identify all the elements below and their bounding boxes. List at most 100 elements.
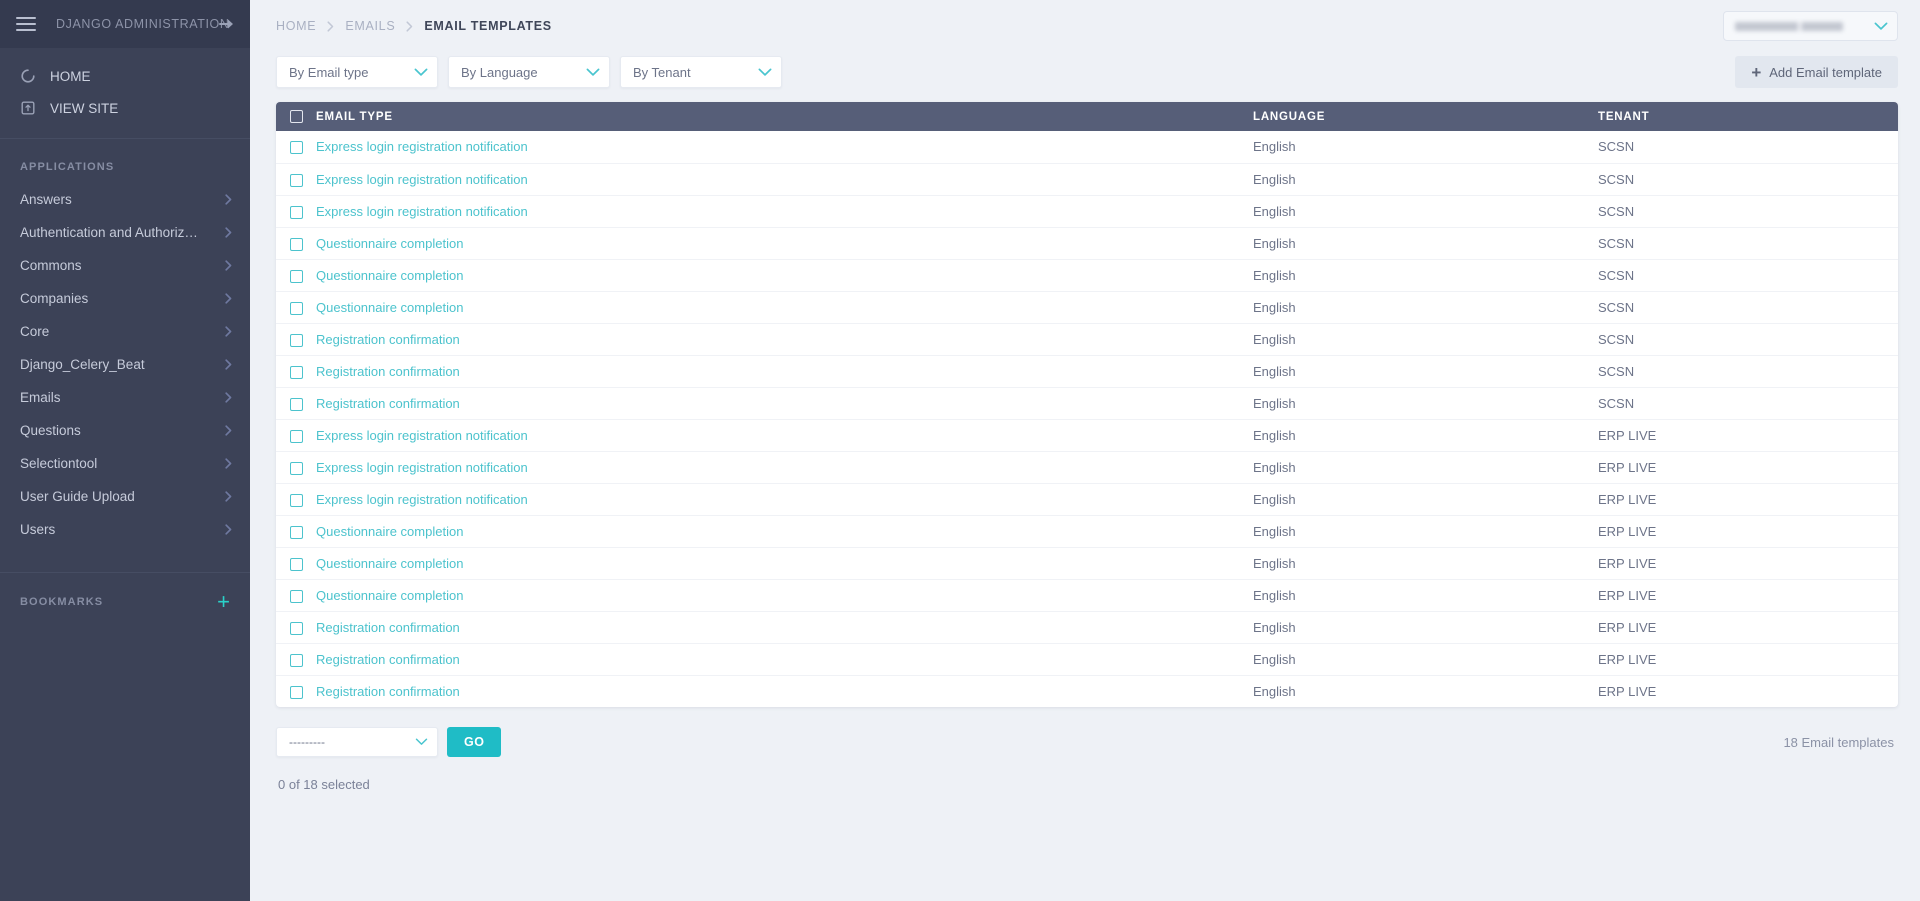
checkbox-unchecked-icon[interactable] [290,365,303,379]
email-template-link[interactable]: Questionnaire completion [316,524,463,539]
filter-tenant[interactable]: By Tenant [620,56,782,88]
sidebar-item-home[interactable]: HOME [0,60,250,92]
sidebar-app-item[interactable]: Django_Celery_Beat [0,348,250,381]
user-name-redacted [1735,21,1843,31]
pin-sidebar-icon[interactable] [219,17,236,31]
cell-language: English [1253,163,1598,196]
sidebar-app-label: Authentication and Authoriz… [20,225,198,240]
sidebar-app-item[interactable]: Questions [0,414,250,447]
sidebar-app-item[interactable]: Companies [0,282,250,315]
email-template-link[interactable]: Questionnaire completion [316,268,463,283]
checkbox-unchecked-icon[interactable] [290,237,303,251]
email-template-link[interactable]: Express login registration notification [316,428,528,443]
breadcrumb-home[interactable]: HOME [276,19,316,33]
row-select-cell [276,451,316,484]
checkbox-unchecked-icon[interactable] [290,621,303,635]
content-area: EMAIL TYPE LANGUAGE TENANT Express login… [250,88,1920,901]
hamburger-menu-icon[interactable] [16,17,36,31]
sidebar-header: DJANGO ADMINISTRATION [0,0,250,48]
email-template-link[interactable]: Registration confirmation [316,620,460,635]
add-bookmark-plus-icon[interactable]: + [217,591,230,613]
table-row: Express login registration notification E… [276,163,1898,196]
filter-label: By Tenant [633,64,691,80]
cell-tenant: SCSN [1598,163,1898,196]
go-button[interactable]: GO [447,727,502,757]
sidebar-app-item[interactable]: Core [0,315,250,348]
chevron-right-icon [225,326,232,337]
checkbox-unchecked-icon[interactable] [290,557,303,571]
cell-email-type: Registration confirmation [316,323,1253,356]
email-template-link[interactable]: Registration confirmation [316,652,460,667]
email-template-link[interactable]: Registration confirmation [316,332,460,347]
table-row: Questionnaire completion English SCSN [276,291,1898,324]
sidebar-app-item[interactable]: Users [0,513,250,546]
table-row: Questionnaire completion English ERP LIVE [276,547,1898,580]
selected-count-label: 0 of 18 selected [278,777,370,792]
add-email-template-button[interactable]: + Add Email template [1735,56,1898,88]
email-template-link[interactable]: Registration confirmation [316,684,460,699]
checkbox-unchecked-icon[interactable] [290,461,303,475]
table-row: Registration confirmation English SCSN [276,323,1898,356]
breadcrumb-emails[interactable]: EMAILS [345,19,395,33]
email-template-link[interactable]: Questionnaire completion [316,556,463,571]
checkbox-unchecked-icon[interactable] [290,589,303,603]
checkbox-unchecked-icon[interactable] [290,653,303,667]
sidebar-app-item[interactable]: Selectiontool [0,447,250,480]
checkbox-unchecked-icon[interactable] [290,269,303,283]
email-template-link[interactable]: Questionnaire completion [316,236,463,251]
checkbox-unchecked-icon[interactable] [290,333,303,347]
email-template-link[interactable]: Registration confirmation [316,396,460,411]
filter-email-type[interactable]: By Email type [276,56,438,88]
sidebar-item-label: HOME [50,68,91,84]
sidebar-app-item[interactable]: Answers [0,183,250,216]
action-select[interactable]: --------- [276,727,438,757]
checkbox-unchecked-icon[interactable] [290,141,303,155]
sidebar-app-item[interactable]: Emails [0,381,250,414]
checkbox-unchecked-icon[interactable] [290,173,303,187]
chevron-right-icon [225,524,232,535]
checkbox-unchecked-icon[interactable] [290,301,303,315]
sidebar-app-item[interactable]: User Guide Upload [0,480,250,513]
checkbox-unchecked-icon[interactable] [290,429,303,443]
cell-tenant: ERP LIVE [1598,419,1898,452]
checkbox-unchecked-icon[interactable] [290,493,303,507]
chevron-right-icon [225,359,232,370]
sidebar-item-view-site[interactable]: VIEW SITE [0,92,250,124]
column-header-language[interactable]: LANGUAGE [1253,102,1598,131]
sidebar-app-item[interactable]: Authentication and Authoriz… [0,216,250,249]
cell-language: English [1253,227,1598,260]
table-body: Express login registration notification E… [276,131,1898,707]
table-row: Express login registration notification E… [276,195,1898,228]
email-template-link[interactable]: Questionnaire completion [316,588,463,603]
cell-tenant: ERP LIVE [1598,611,1898,644]
cell-email-type: Questionnaire completion [316,291,1253,324]
total-count-label: 18 Email templates [1783,734,1894,750]
email-template-link[interactable]: Express login registration notification [316,204,528,219]
filter-language[interactable]: By Language [448,56,610,88]
main-area: HOME EMAILS EMAIL TEMPLATES By Email typ… [250,0,1920,901]
column-header-tenant[interactable]: TENANT [1598,102,1898,131]
email-template-link[interactable]: Registration confirmation [316,364,460,379]
email-template-link[interactable]: Express login registration notification [316,172,528,187]
bookmarks-heading: BOOKMARKS [20,596,104,608]
checkbox-unchecked-icon[interactable] [290,685,303,699]
sidebar-app-label: User Guide Upload [20,489,135,504]
checkbox-unchecked-icon[interactable] [290,397,303,411]
checkbox-unchecked-icon[interactable] [290,525,303,539]
sidebar-app-item[interactable]: Commons [0,249,250,282]
table-header-row: EMAIL TYPE LANGUAGE TENANT [276,102,1898,131]
table-row: Questionnaire completion English SCSN [276,227,1898,260]
cell-tenant: ERP LIVE [1598,683,1657,699]
checkbox-unchecked-icon[interactable] [290,205,303,219]
cell-tenant: SCSN [1598,355,1898,388]
row-select-cell [276,675,316,707]
email-template-link[interactable]: Express login registration notification [316,460,528,475]
cell-language: English [1253,131,1598,164]
email-template-link[interactable]: Express login registration notification [316,139,528,154]
checkbox-unchecked-icon[interactable] [290,110,303,123]
filters-group: By Email type By Language By Tenant [276,56,782,88]
user-account-dropdown[interactable] [1723,11,1898,41]
email-template-link[interactable]: Express login registration notification [316,492,528,507]
email-template-link[interactable]: Questionnaire completion [316,300,463,315]
column-header-email-type[interactable]: EMAIL TYPE [316,102,1253,131]
